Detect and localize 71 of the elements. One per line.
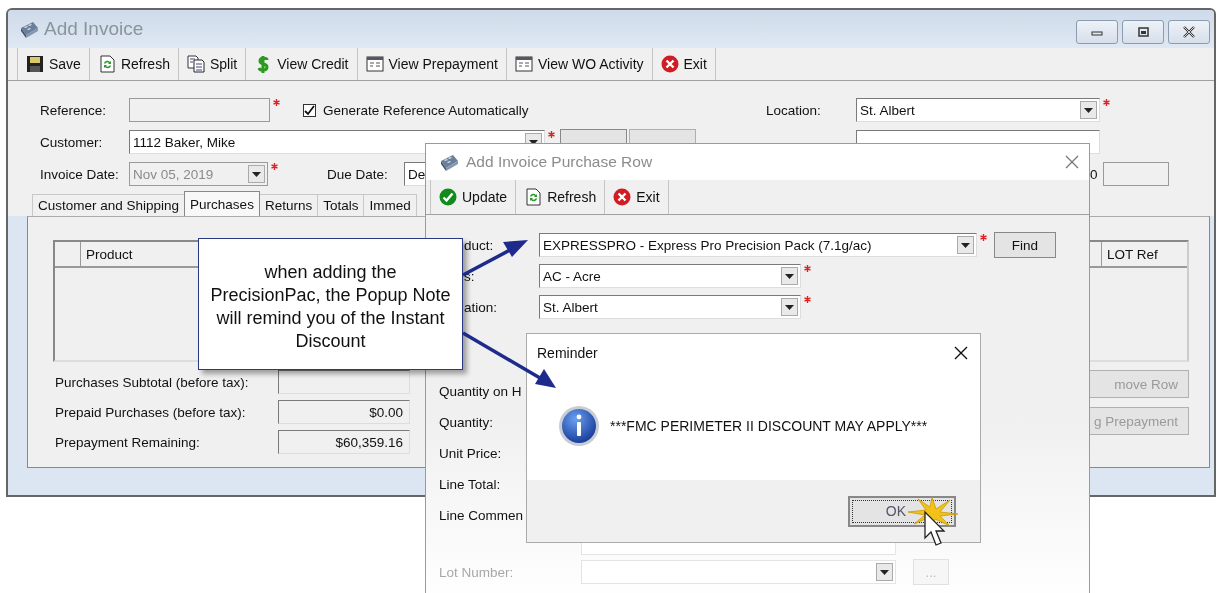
toolbar-button[interactable]: View Credit [246, 48, 358, 80]
toolbar-button[interactable]: Refresh [89, 48, 179, 80]
report-window-icon [365, 55, 384, 73]
field-label: Invoice Date: [40, 166, 120, 182]
caret-icon [785, 304, 794, 310]
close-icon [954, 346, 968, 360]
field-label: Prepaid Purchases (before tax): [54, 404, 247, 420]
column-header[interactable]: LOT Ref [1101, 242, 1187, 266]
cash-register-icon [18, 19, 40, 39]
close-icon [1065, 155, 1079, 169]
toolbar-button[interactable]: View Prepayment [357, 48, 507, 80]
exit-icon [613, 188, 632, 206]
refresh-icon [97, 55, 116, 73]
close-button[interactable] [1168, 20, 1210, 44]
amount-field[interactable] [278, 370, 410, 394]
tab[interactable]: Customer and Shipping [32, 194, 186, 216]
field-label: duct: [464, 237, 495, 253]
toolbar-button[interactable]: Split [178, 48, 247, 80]
toolbar-button[interactable]: Exit [605, 180, 669, 214]
check-circle-icon [439, 188, 457, 206]
cash-register-icon [438, 152, 460, 172]
field-label: ation: [464, 299, 499, 315]
amount-field[interactable]: $0.00 [278, 400, 410, 424]
dropdown[interactable]: EXPRESSPRO - Express Pro Precision Pack (7.1g/ac) [539, 233, 977, 257]
dialog-message: ***FMC PERIMETER II DISCOUNT MAY APPLY*** [610, 418, 928, 434]
checkbox-label: Generate Reference Automatically [323, 102, 529, 118]
caret-icon [880, 569, 889, 575]
callout-note: when adding the PrecisionPac, the Popup Note will remind you of the Instant Discount [198, 238, 463, 370]
field-label: Lot Number: [439, 564, 515, 580]
tab[interactable]: Purchases [184, 191, 260, 216]
window-title: Add Invoice [44, 18, 144, 40]
report-window-icon [515, 55, 533, 73]
dialog-title: Reminder [537, 345, 598, 361]
window-title: Add Invoice Purchase Row [466, 153, 653, 171]
text-field[interactable] [1102, 162, 1169, 186]
tab[interactable]: Immed [363, 194, 417, 216]
field-label: Customer: [40, 134, 104, 150]
toolbar-button[interactable]: Exit [652, 48, 716, 80]
dropdown[interactable]: St. Albert [539, 295, 801, 319]
field-label: Line Total: [439, 477, 502, 492]
field-label: Due Date: [327, 166, 389, 182]
field-label: Location: [766, 102, 822, 118]
toolbar-button[interactable]: View WO Activity [507, 48, 653, 80]
toolbar-button[interactable]: Refresh [516, 180, 606, 214]
refresh-icon [524, 188, 543, 206]
caret-icon [785, 273, 794, 279]
toolbar-button[interactable]: Update [430, 180, 517, 214]
field-label: Unit Price: [439, 446, 503, 461]
field-label: Quantity on H [439, 384, 523, 399]
dropdown[interactable]: AC - Acre [539, 264, 801, 288]
info-icon [558, 405, 600, 447]
caret-icon [1084, 107, 1093, 113]
checkbox[interactable] [303, 103, 316, 117]
field-label: s: [464, 268, 476, 284]
field-label: Line Commen [439, 508, 525, 523]
caret-icon [961, 242, 970, 248]
field-value: 0 [1090, 166, 1098, 182]
exit-icon [660, 55, 679, 73]
field-label: Reference: [40, 102, 108, 118]
location-dropdown[interactable]: St. Albert [856, 98, 1100, 122]
minimize-button[interactable] [1076, 20, 1118, 44]
caret-icon [252, 171, 261, 177]
maximize-button[interactable] [1122, 20, 1164, 44]
field-label: Purchases Subtotal (before tax): [54, 374, 250, 390]
field-label: Quantity: [439, 415, 495, 430]
documents-icon [186, 55, 205, 73]
toolbar-button[interactable]: Save [17, 48, 90, 80]
field-label: Prepayment Remaining: [54, 434, 201, 450]
amount-field[interactable]: $60,359.16 [278, 430, 410, 454]
check-icon [304, 104, 315, 116]
find-button[interactable]: Find [994, 232, 1056, 258]
